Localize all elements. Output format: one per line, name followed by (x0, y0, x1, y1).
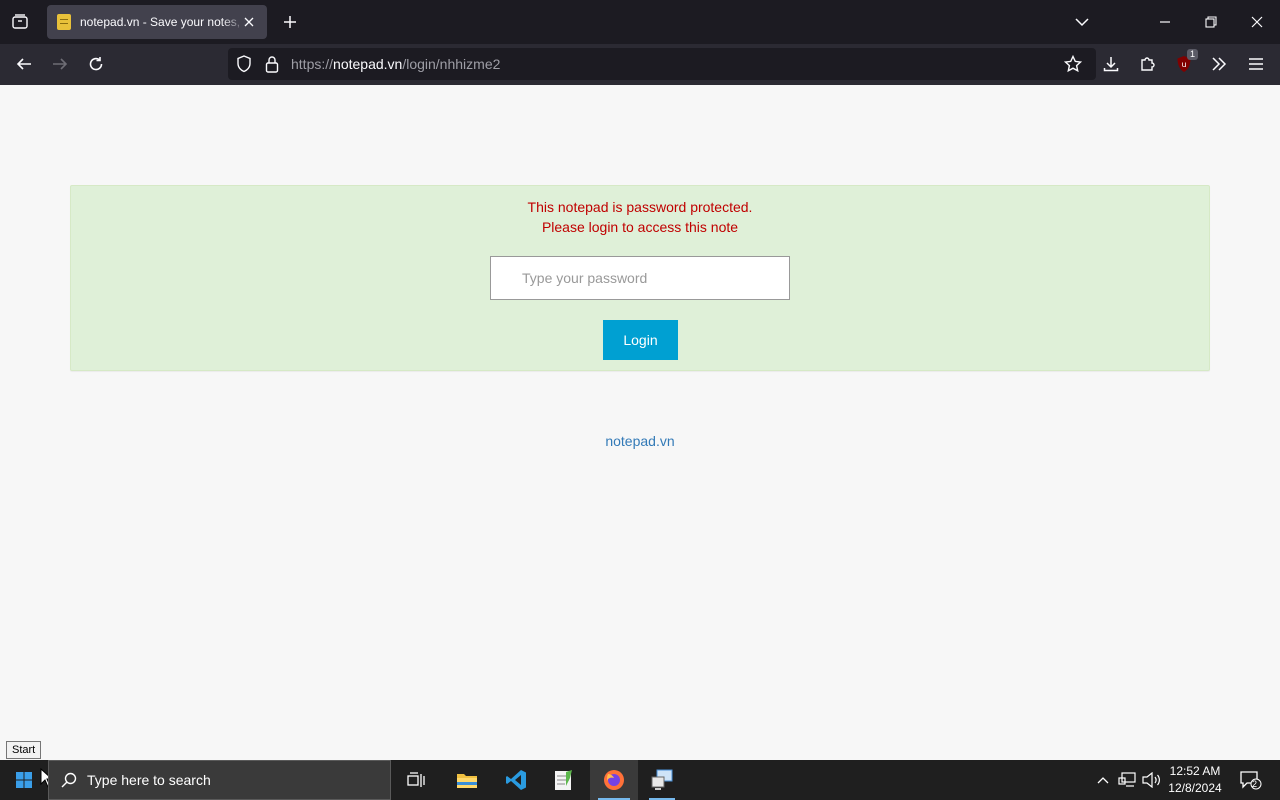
hamburger-menu-icon (1249, 58, 1263, 70)
clock-date: 12/8/2024 (1168, 781, 1222, 795)
task-view-button[interactable] (398, 760, 434, 800)
notepad-plus-taskbar-button[interactable] (545, 760, 583, 800)
notification-icon (1240, 771, 1262, 790)
search-icon (61, 772, 77, 788)
url-path: /login/nhhizme2 (402, 56, 501, 72)
windows-taskbar: Type here to search 12:52 AM 12/8/2024 2 (0, 760, 1280, 800)
browser-tab-strip: notepad.vn - Save your notes, S (0, 0, 1280, 44)
chevron-down-icon (1075, 18, 1089, 27)
password-input[interactable] (490, 256, 790, 300)
double-chevron-right-icon (1212, 57, 1227, 71)
back-button[interactable] (8, 48, 40, 80)
url-text[interactable]: https://notepad.vn/login/nhhizme2 (291, 56, 500, 72)
more-tools-button[interactable] (1203, 48, 1235, 80)
minimize-icon (1160, 21, 1170, 23)
reload-button[interactable] (80, 48, 112, 80)
login-instruction-message: Please login to access this note (541, 219, 739, 235)
close-window-button[interactable] (1234, 0, 1280, 44)
chevron-up-icon (1097, 777, 1109, 784)
reload-icon (89, 57, 103, 71)
show-hidden-icons-button[interactable] (1093, 760, 1113, 800)
plus-icon (284, 16, 296, 28)
vscode-taskbar-button[interactable] (497, 760, 535, 800)
puzzle-piece-icon (1141, 57, 1155, 71)
lock-icon[interactable] (262, 54, 282, 74)
url-scheme: https:// (291, 56, 334, 72)
task-view-icon (407, 772, 425, 787)
url-host: notepad.vn (333, 56, 403, 72)
notepad-favicon-icon (57, 14, 71, 30)
restore-icon (1205, 16, 1217, 28)
network-icon (1118, 772, 1136, 787)
windows-logo-icon (16, 772, 32, 788)
file-explorer-taskbar-button[interactable] (448, 760, 486, 800)
arrow-right-icon (53, 58, 68, 70)
vscode-icon (506, 770, 526, 790)
close-icon (1251, 16, 1263, 28)
notification-count: 2 (1252, 779, 1258, 789)
folder-icon (457, 774, 477, 788)
start-tooltip: Start (6, 741, 42, 759)
remote-desktop-icon (651, 769, 673, 790)
volume-button[interactable] (1140, 760, 1162, 800)
password-protected-panel: This notepad is password protected. Plea… (70, 185, 1210, 371)
clock-time: 12:52 AM (1169, 764, 1221, 778)
text-editor-icon (555, 770, 572, 790)
list-all-tabs-button[interactable] (1064, 0, 1100, 44)
tab-overview-button[interactable] (0, 0, 40, 44)
downloads-button[interactable] (1095, 48, 1127, 80)
speaker-icon (1142, 772, 1160, 788)
minimize-window-button[interactable] (1142, 0, 1188, 44)
remote-desktop-taskbar-button[interactable] (641, 760, 683, 800)
new-tab-button[interactable] (272, 0, 308, 44)
page-content: This notepad is password protected. Plea… (0, 85, 1280, 760)
address-bar[interactable]: https://notepad.vn/login/nhhizme2 (228, 48, 1096, 80)
tracking-protection-shield-icon[interactable] (234, 54, 254, 74)
app-menu-button[interactable] (1240, 48, 1272, 80)
svg-text:u: u (1181, 60, 1186, 69)
login-button[interactable]: Login (603, 320, 678, 360)
notepad-home-link[interactable]: notepad.vn (0, 433, 1280, 449)
forward-button[interactable] (44, 48, 76, 80)
arrow-left-icon (16, 58, 31, 70)
notification-center-button[interactable]: 2 (1234, 760, 1268, 800)
taskbar-search-placeholder: Type here to search (87, 772, 211, 788)
ublock-origin-extension-button[interactable]: u 1 (1168, 48, 1200, 80)
firefox-taskbar-button[interactable] (590, 760, 638, 800)
browser-navigation-toolbar: https://notepad.vn/login/nhhizme2 u 1 (0, 44, 1280, 85)
extension-badge-count: 1 (1186, 49, 1198, 60)
tab-title: notepad.vn - Save your notes, S (80, 15, 246, 29)
star-icon (1064, 55, 1082, 73)
taskbar-clock[interactable]: 12:52 AM 12/8/2024 (1160, 763, 1230, 797)
close-icon (244, 17, 254, 27)
tab-close-button[interactable] (239, 12, 259, 32)
browser-tab-active[interactable]: notepad.vn - Save your notes, S (47, 5, 267, 39)
extensions-button[interactable] (1132, 48, 1164, 80)
network-status-button[interactable] (1116, 760, 1138, 800)
protected-message: This notepad is password protected. (527, 199, 753, 215)
download-icon (1103, 57, 1119, 72)
bookmark-star-button[interactable] (1057, 48, 1089, 80)
taskbar-search-box[interactable]: Type here to search (48, 760, 391, 800)
firefox-icon (604, 770, 624, 790)
tab-overview-icon (12, 14, 28, 29)
restore-window-button[interactable] (1188, 0, 1234, 44)
